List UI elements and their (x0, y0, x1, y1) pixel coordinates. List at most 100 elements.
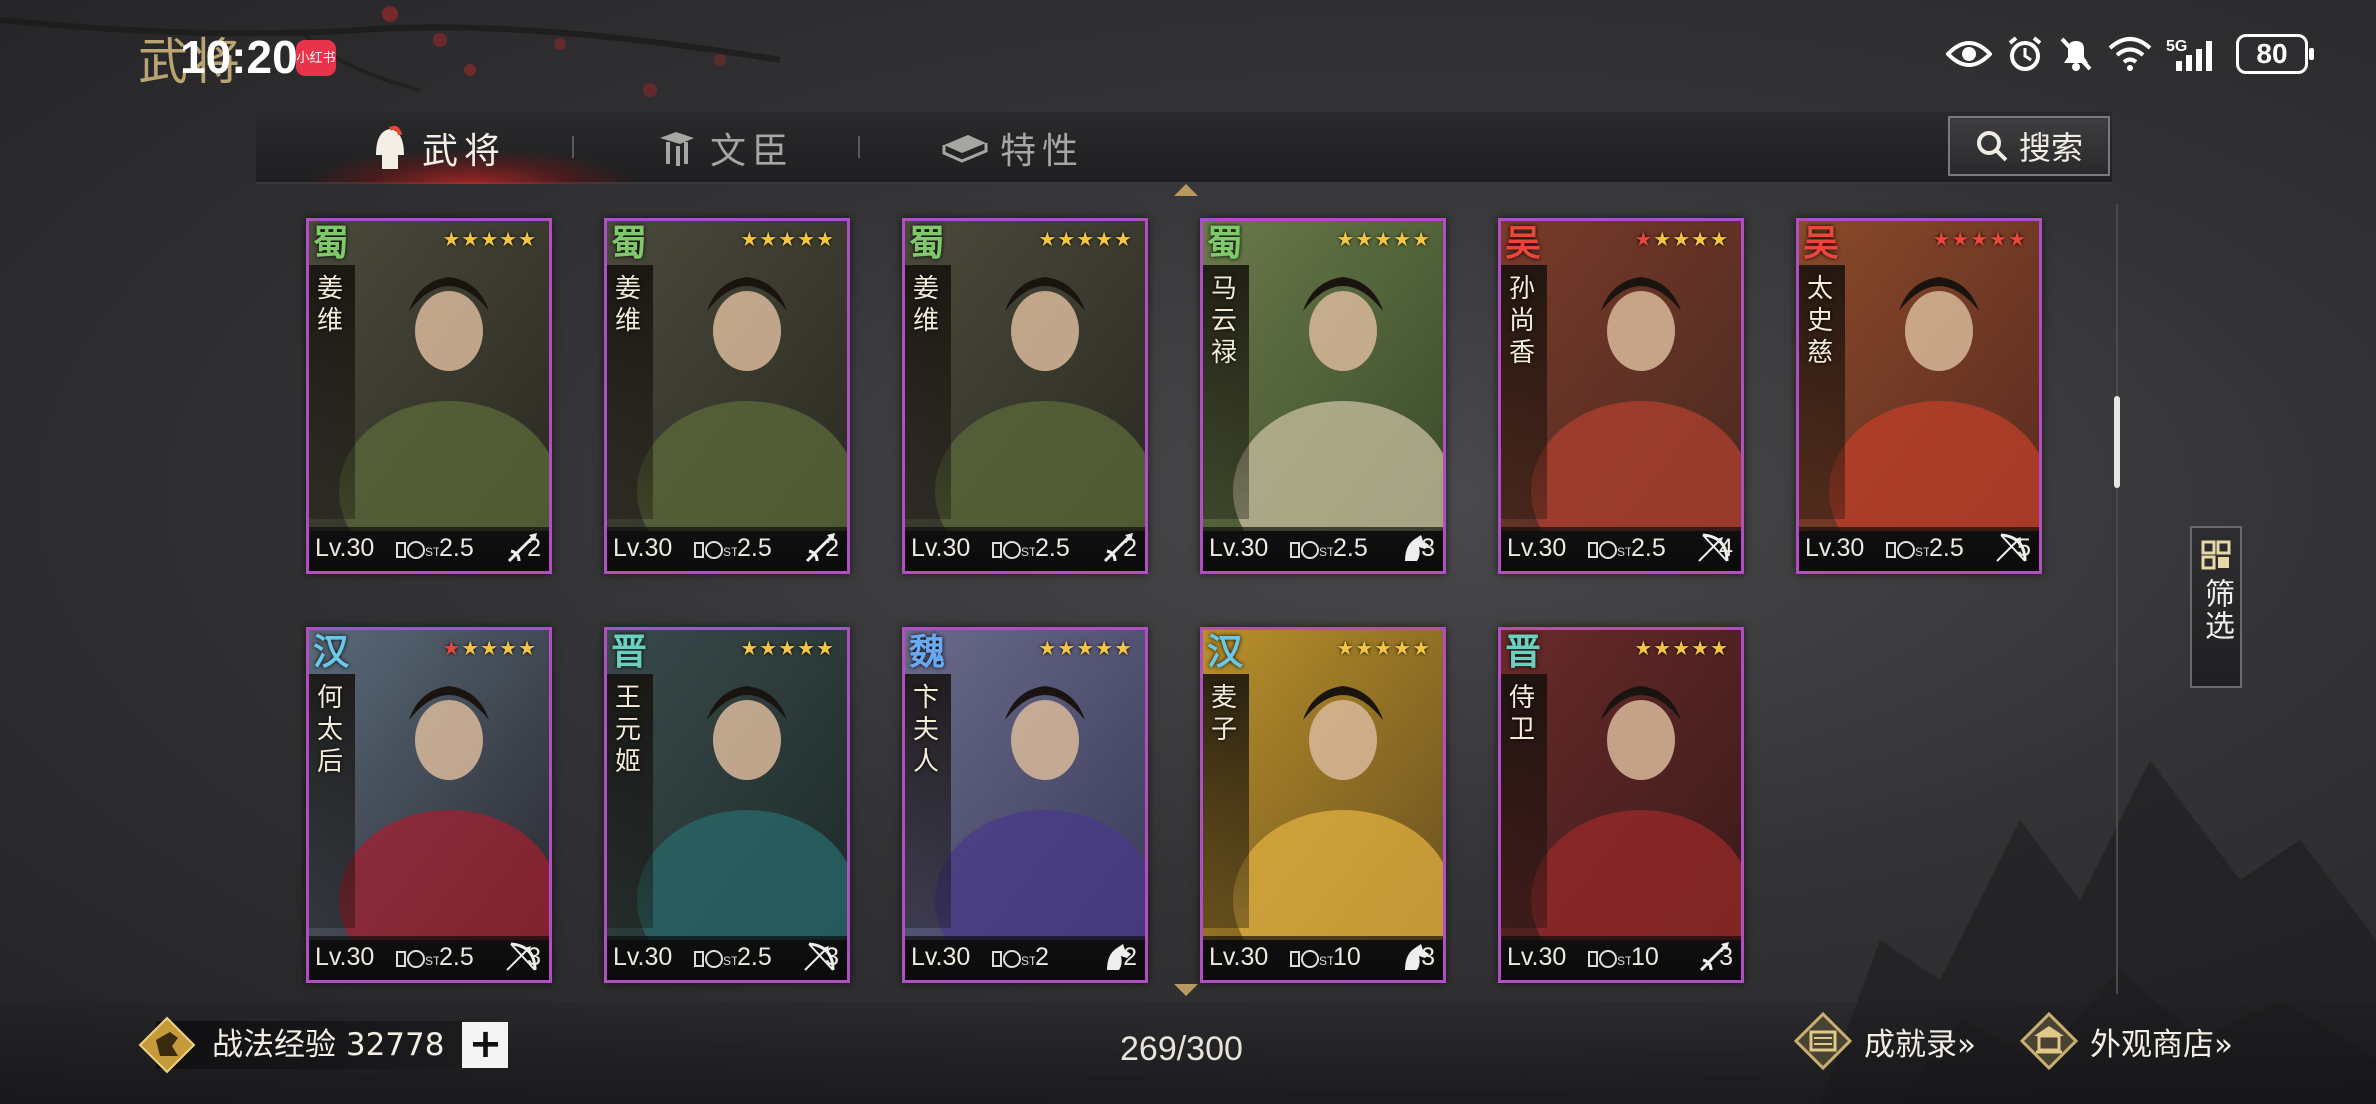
general-name: 太史慈 (1807, 274, 1834, 368)
svg-text:ST: ST (1617, 954, 1631, 968)
svg-text:ST: ST (1915, 545, 1929, 559)
achievement-icon (1794, 1012, 1852, 1070)
notification-badge: 小红书 (296, 40, 336, 76)
level-label: Lv.30 (1507, 534, 1567, 562)
general-card[interactable]: 魏卞夫人 ★★★★★ Lv.30 ST 2 2 (902, 627, 1148, 983)
star-rating: ★★★★★ (442, 227, 537, 251)
level-label: Lv.30 (1805, 534, 1865, 562)
general-name: 何太后 (317, 683, 344, 777)
cost-value: 10 (1631, 943, 1659, 971)
general-card[interactable]: 蜀姜维 ★★★★★ Lv.30 ST 2.5 2 (902, 218, 1148, 574)
card-stats: Lv.30 ST 2 2 (905, 936, 1145, 980)
add-exp-button[interactable]: + (462, 1022, 509, 1068)
cost-value: 2.5 (1035, 534, 1070, 562)
general-card[interactable]: 吴太史慈 ★★★★★ Lv.30 ST 2.5 5 (1796, 218, 2042, 574)
cost-icon: ST (992, 950, 1035, 968)
svg-text:5G: 5G (2166, 38, 2187, 55)
svg-text:ST: ST (1021, 954, 1035, 968)
level-label: Lv.30 (911, 943, 971, 971)
filter-label: 筛选 (2199, 578, 2234, 642)
card-stats: Lv.30 ST 2.5 2 (309, 527, 549, 571)
general-name: 孙尚香 (1509, 274, 1536, 368)
search-button[interactable]: 搜索 (1948, 116, 2110, 176)
svg-text:ST: ST (723, 545, 737, 559)
cost-value: 2.5 (439, 534, 474, 562)
appearance-shop-link[interactable]: 外观商店» (2020, 1012, 2233, 1070)
scrollbar-thumb[interactable] (2114, 396, 2120, 488)
star-rating: ★★★★★ (442, 636, 537, 660)
cost-value: 2.5 (439, 943, 474, 971)
general-name: 姜维 (317, 274, 344, 336)
tab-divider (858, 136, 860, 158)
cost-value: 2.5 (737, 534, 772, 562)
general-card[interactable]: 吴孙尚香 ★★★★★ Lv.30 ST 2.5 4 (1498, 218, 1744, 574)
star-rating: ★★★★★ (740, 636, 835, 660)
tab-divider (572, 136, 574, 158)
cost-value: 2 (1035, 943, 1049, 971)
general-name: 姜维 (615, 274, 642, 336)
arm-count: 5 (2017, 534, 2031, 562)
search-icon (1976, 131, 2008, 162)
achievement-label: 成就录» (1864, 1026, 1976, 1063)
cost-icon: ST (694, 541, 737, 559)
tactic-exp-icon (138, 1016, 196, 1074)
general-card[interactable]: 蜀姜维 ★★★★★ Lv.30 ST 2.5 2 (306, 218, 552, 574)
faction-label: 蜀 (1207, 222, 1244, 264)
signal-5g-icon: 5G (2166, 38, 2212, 71)
tab-traits[interactable]: 特性 (942, 112, 1084, 184)
faction-label: 蜀 (909, 222, 946, 264)
arm-count: 3 (1421, 943, 1435, 971)
tab-generals-label: 武将 (422, 131, 507, 172)
arm-count: 2 (825, 534, 839, 562)
star-rating: ★★★★★ (1634, 636, 1729, 660)
card-stats: Lv.30 ST 10 3 (1203, 936, 1443, 980)
arm-count: 3 (527, 943, 541, 971)
card-stats: Lv.30 ST 10 3 (1501, 936, 1741, 980)
tactic-exp-label: 战法经验 32778 (156, 1021, 463, 1069)
level-label: Lv.30 (613, 534, 673, 562)
tab-ministers-label: 文臣 (710, 131, 795, 172)
tab-traits-label: 特性 (1000, 131, 1085, 172)
faction-label: 汉 (313, 631, 350, 673)
level-label: Lv.30 (315, 534, 375, 562)
arm-count: 2 (1123, 943, 1137, 971)
appearance-shop-label: 外观商店» (2090, 1026, 2233, 1063)
search-label: 搜索 (2018, 129, 2083, 167)
general-card[interactable]: 汉何太后 ★★★★★ Lv.30 ST 2.5 3 (306, 627, 552, 983)
svg-text:ST: ST (425, 545, 439, 559)
arm-count: 3 (1421, 534, 1435, 562)
filter-button[interactable]: 筛选 (2190, 526, 2242, 688)
general-name: 卞夫人 (913, 683, 940, 777)
cost-value: 10 (1333, 943, 1361, 971)
faction-label: 汉 (1207, 631, 1244, 673)
card-stats: Lv.30 ST 2.5 3 (607, 936, 847, 980)
general-card[interactable]: 汉麦子 ★★★★★ Lv.30 ST 10 3 (1200, 627, 1446, 983)
arm-count: 3 (825, 943, 839, 971)
general-card[interactable]: 蜀姜维 ★★★★★ Lv.30 ST 2.5 2 (604, 218, 850, 574)
achievement-link[interactable]: 成就录» (1794, 1012, 1976, 1070)
general-count: 269/300 (1120, 1030, 1243, 1068)
star-rating: ★★★★★ (1336, 227, 1431, 251)
faction-label: 蜀 (313, 222, 350, 264)
scroll-icon (660, 132, 694, 166)
clock: 10:20 (180, 31, 298, 83)
scroll-up-arrow-icon[interactable] (1174, 184, 1198, 196)
card-stats: Lv.30 ST 2.5 2 (905, 527, 1145, 571)
battery-indicator: 80 (2236, 34, 2314, 74)
grid-filter-icon (2201, 540, 2231, 570)
level-label: Lv.30 (315, 943, 375, 971)
cost-icon: ST (1588, 950, 1631, 968)
card-stats: Lv.30 ST 2.5 2 (607, 527, 847, 571)
star-rating: ★★★★★ (1038, 227, 1133, 251)
general-card[interactable]: 蜀马云禄 ★★★★★ Lv.30 ST 2.5 3 (1200, 218, 1446, 574)
tab-ministers[interactable]: 文臣 (656, 112, 794, 184)
helmet-icon (376, 125, 404, 169)
scroll-down-arrow-icon[interactable] (1174, 984, 1198, 996)
card-stats: Lv.30 ST 2.5 5 (1799, 527, 2039, 571)
general-card[interactable]: 晋王元姬 ★★★★★ Lv.30 ST 2.5 3 (604, 627, 850, 983)
level-label: Lv.30 (1209, 943, 1269, 971)
cost-value: 2.5 (1631, 534, 1666, 562)
tab-generals[interactable]: 武将 (370, 112, 506, 184)
general-card[interactable]: 晋侍卫 ★★★★★ Lv.30 ST 10 3 (1498, 627, 1744, 983)
svg-text:ST: ST (1319, 954, 1333, 968)
